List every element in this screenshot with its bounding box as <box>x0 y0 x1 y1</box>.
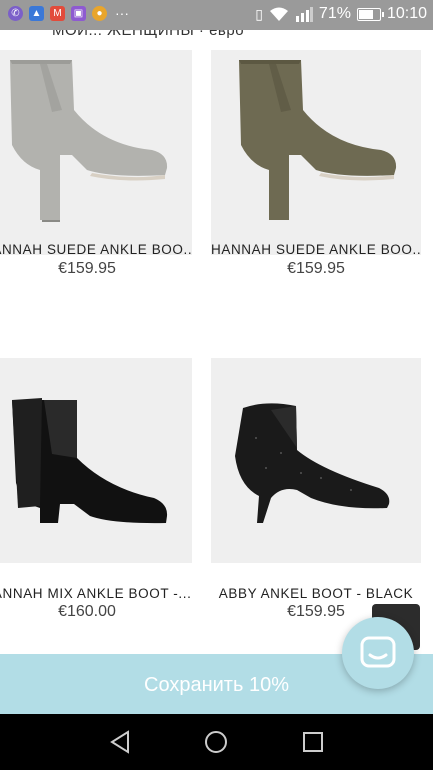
signal-icon <box>295 7 313 22</box>
breadcrumb[interactable]: МОИ... ЖЕНЩИНЫ · евро <box>52 30 244 39</box>
product-name[interactable]: HANNAH SUEDE ANKLE BOO... <box>0 242 192 257</box>
viber-icon: ✆ <box>8 6 23 21</box>
product-name[interactable]: ABBY ANKEL BOOT - BLACK <box>211 586 421 601</box>
chat-icon <box>360 636 396 668</box>
product-name[interactable]: HANNAH SUEDE ANKLE BOO... <box>211 242 421 257</box>
site-header: МОИ... ЖЕНЩИНЫ · евро <box>0 30 433 50</box>
product-image[interactable] <box>0 50 192 255</box>
battery-percent: 71% <box>318 5 351 22</box>
chat-button[interactable] <box>342 617 414 689</box>
battery-icon <box>356 7 384 21</box>
product-price: €160.00 <box>58 603 116 620</box>
notification-icons: ✆ ▲ M ▣ ● ··· <box>8 6 129 21</box>
more-notifications-indicator: ··· <box>115 5 129 21</box>
vibrate-icon: ▯ <box>255 5 263 22</box>
product-price: €159.95 <box>287 260 345 277</box>
home-icon[interactable] <box>203 729 229 755</box>
gmail-icon: M <box>50 6 65 21</box>
product-image[interactable] <box>0 358 192 563</box>
gallery-icon: ▣ <box>71 6 86 21</box>
back-icon[interactable] <box>108 729 134 755</box>
status-bar: ✆ ▲ M ▣ ● ··· ▯ 71% 10:10 <box>0 0 433 30</box>
recents-icon[interactable] <box>300 729 326 755</box>
system-nav-bar <box>0 714 433 770</box>
clock: 10:10 <box>386 5 427 22</box>
photos-icon: ▲ <box>29 6 44 21</box>
chrome-icon: ● <box>92 6 107 21</box>
product-image[interactable] <box>211 358 421 563</box>
product-price: €159.95 <box>58 260 116 277</box>
product-name[interactable]: HANNAH MIX ANKLE BOOT -... <box>0 586 192 601</box>
product-image[interactable] <box>211 50 421 255</box>
wifi-icon <box>269 7 288 21</box>
